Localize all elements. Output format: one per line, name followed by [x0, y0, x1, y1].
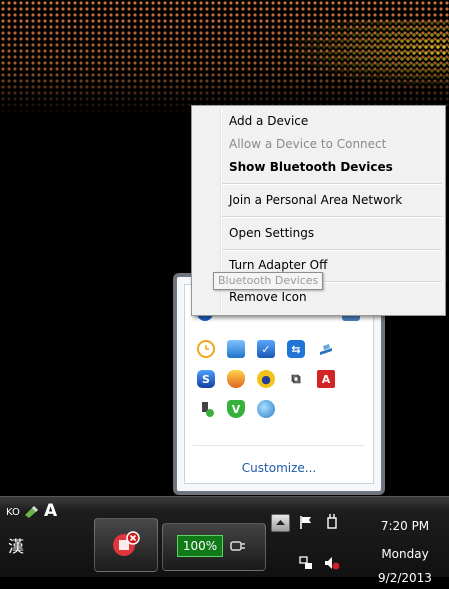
plug-icon — [230, 541, 245, 551]
power-plug-icon[interactable] — [324, 513, 340, 529]
clock-time: 7:20 PM — [380, 519, 430, 533]
windows-icon[interactable]: ⧉ — [287, 370, 305, 388]
menu-item-show-bluetooth-devices[interactable]: Show Bluetooth Devices — [229, 160, 393, 174]
menu-separator — [222, 183, 442, 185]
menu-item-join-pan[interactable]: Join a Personal Area Network — [229, 193, 402, 207]
shield-orange-icon[interactable] — [227, 370, 245, 388]
volume-muted-icon[interactable] — [324, 555, 340, 571]
menu-separator — [222, 249, 442, 251]
globe-icon[interactable] — [257, 400, 275, 418]
pdf-icon[interactable]: A — [317, 370, 335, 388]
clock-date: 9/2/2013 — [378, 571, 432, 585]
menu-item-open-settings[interactable]: Open Settings — [229, 226, 314, 240]
printer-icon[interactable] — [317, 340, 335, 358]
system-clock[interactable]: 7:20 PM Monday 9/2/2013 — [370, 515, 440, 589]
check-chart-icon[interactable]: ✓ — [257, 340, 275, 358]
network-icon[interactable] — [298, 555, 314, 571]
chat-icon[interactable]: ⇆ — [287, 340, 305, 358]
shield-s-icon[interactable]: S — [197, 370, 215, 388]
halftone-wallpaper-highlight — [279, 20, 449, 90]
chevron-up-icon — [276, 520, 285, 525]
menu-item-turn-adapter-off[interactable]: Turn Adapter Off — [229, 258, 327, 272]
input-mode-indicator[interactable]: A — [44, 501, 57, 521]
clock-icon[interactable] — [197, 340, 215, 358]
taskbar: KO A 漢 100% 7:20 PM Monday 9/2/2013 — [0, 496, 449, 585]
usb-plug-icon[interactable] — [197, 400, 215, 418]
app-error-icon — [113, 531, 140, 556]
hanja-mode-indicator[interactable]: 漢 — [8, 533, 24, 557]
battery-percentage: 100% — [177, 535, 223, 557]
menu-separator — [222, 216, 442, 218]
vshield-icon[interactable]: V — [227, 400, 245, 418]
paw-icon[interactable]: ● — [257, 370, 275, 388]
menu-item-add-device[interactable]: Add a Device — [229, 114, 308, 128]
menu-item-remove-icon[interactable]: Remove Icon — [229, 290, 307, 304]
menu-item-allow-device-connect[interactable]: Allow a Device to Connect — [229, 137, 386, 151]
taskbar-app-button[interactable] — [94, 518, 158, 572]
customize-link[interactable]: Customize... — [185, 461, 373, 475]
bluetooth-tooltip: Bluetooth Devices — [213, 272, 324, 290]
language-code[interactable]: KO — [6, 507, 20, 518]
taskbar-battery-button[interactable]: 100% — [162, 523, 266, 571]
monitor-icon[interactable] — [227, 340, 245, 358]
show-hidden-icons-button[interactable] — [271, 514, 290, 532]
ime-pencil-icon[interactable] — [24, 505, 40, 519]
tray-divider — [193, 445, 365, 446]
action-center-flag-icon[interactable] — [298, 514, 314, 530]
clock-day: Monday — [381, 547, 429, 561]
